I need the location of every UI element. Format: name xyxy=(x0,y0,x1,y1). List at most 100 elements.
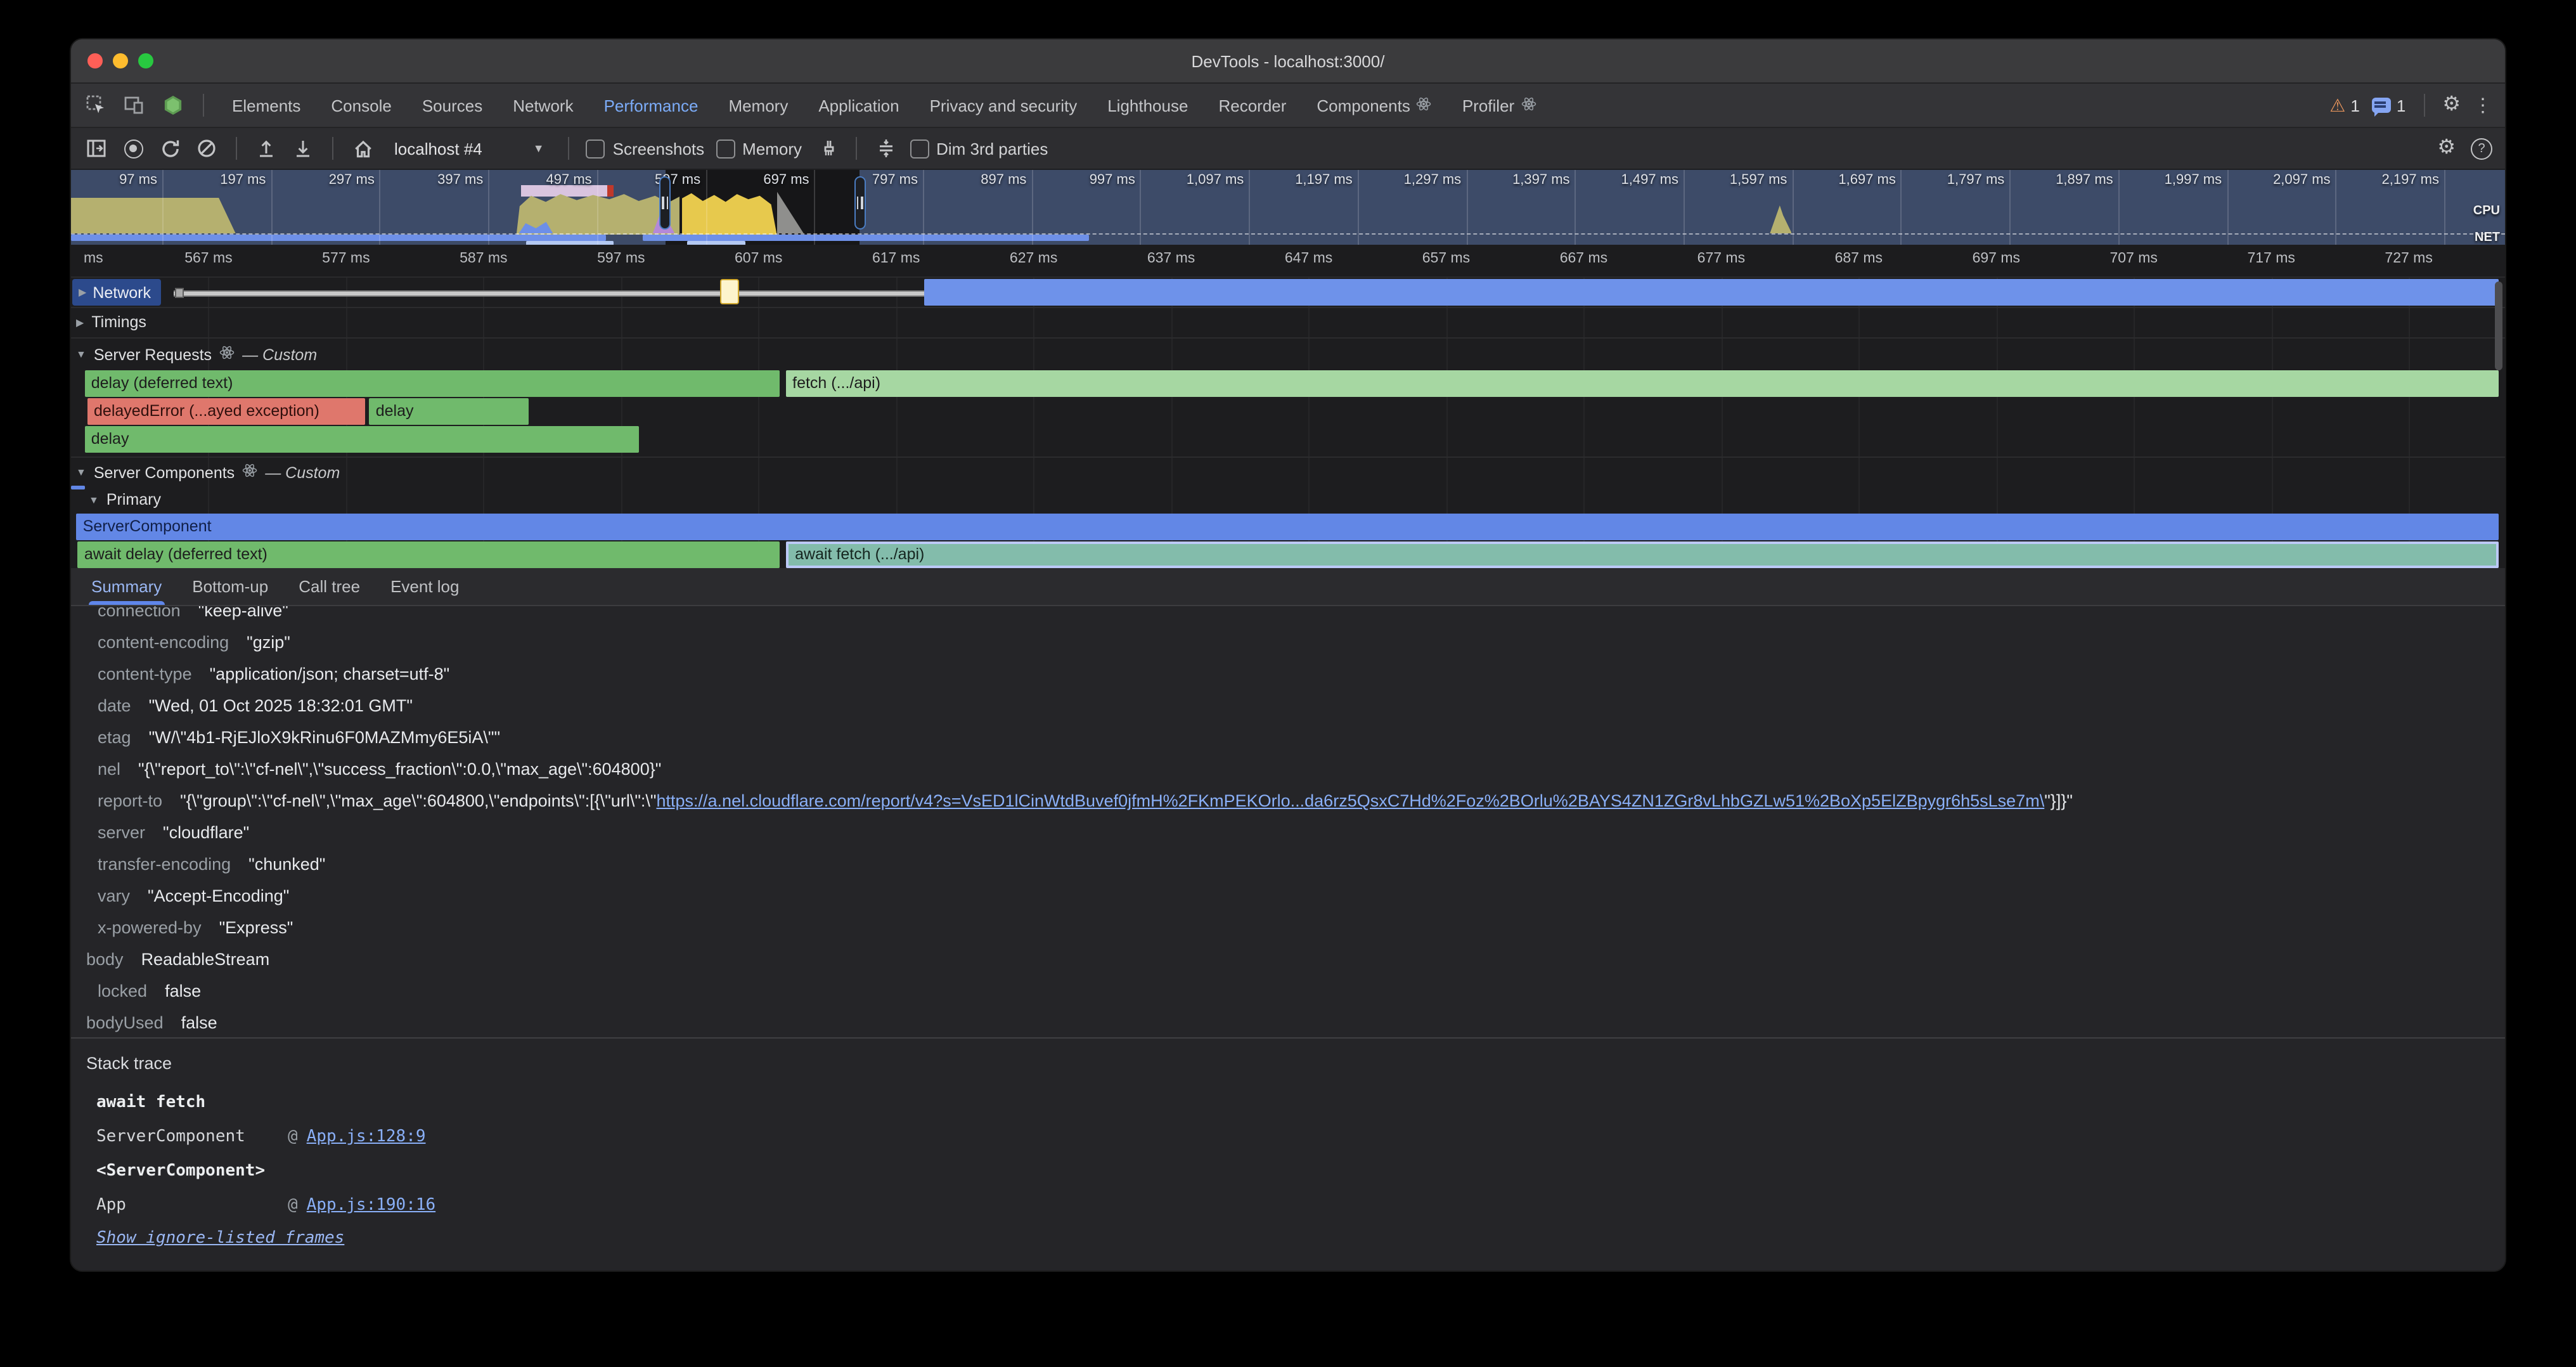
home-icon[interactable] xyxy=(350,136,375,161)
show-ignore-listed-frames-link[interactable]: Show ignore-listed frames xyxy=(86,1229,344,1248)
tab-label: Components xyxy=(1317,96,1410,115)
report-to-link[interactable]: https://a.nel.cloudflare.com/report/v4?s… xyxy=(657,791,2045,810)
overview-ruler-label: 1,097 ms xyxy=(1187,172,1249,188)
separator xyxy=(203,94,204,117)
record-button[interactable] xyxy=(120,136,146,161)
network-request-bar[interactable] xyxy=(924,279,2498,306)
network-track-header[interactable]: ▶Network xyxy=(72,279,161,306)
summary-row: connection"keep-alive" xyxy=(71,606,2505,626)
frame-at-symbol: @ xyxy=(288,1127,298,1146)
clear-button[interactable] xyxy=(194,136,219,161)
summary-pane: connection"keep-alive"content-encoding"g… xyxy=(71,606,2505,1272)
tab-label: Console xyxy=(331,96,391,115)
gc-brush-icon[interactable] xyxy=(813,136,839,161)
overview-tick xyxy=(1358,170,1359,245)
overview-tick xyxy=(1575,170,1576,245)
summary-key: content-type xyxy=(98,664,192,684)
issues-badge[interactable]: 1 xyxy=(2373,96,2405,115)
details-tab-bottom-up[interactable]: Bottom-up xyxy=(190,568,271,605)
tab-performance[interactable]: Performance xyxy=(589,84,714,127)
tab-components[interactable]: Components xyxy=(1301,84,1446,127)
frame-source-link[interactable]: App.js:190:16 xyxy=(307,1196,436,1215)
tab-label: Privacy and security xyxy=(930,96,1078,115)
reload-and-record-button[interactable] xyxy=(157,136,183,161)
tab-label: Elements xyxy=(232,96,300,115)
tab-elements[interactable]: Elements xyxy=(217,84,316,127)
capture-settings-gear-icon[interactable]: ⚙ xyxy=(2437,138,2456,159)
network-request-marker[interactable] xyxy=(720,279,739,304)
settings-gear-icon[interactable]: ⚙ xyxy=(2442,95,2461,115)
track-color-indicator xyxy=(71,486,85,489)
flame-bar-delay[interactable]: delay xyxy=(370,398,529,425)
selection-handle-right[interactable] xyxy=(854,176,866,230)
summary-value: "keep-alive" xyxy=(198,606,288,620)
network-request-waiting-line[interactable] xyxy=(174,290,924,297)
close-window-button[interactable] xyxy=(87,53,103,68)
tab-lighthouse[interactable]: Lighthouse xyxy=(1092,84,1203,127)
separator xyxy=(569,137,570,160)
flame-bar-delayederror-ayed-exception[interactable]: delayedError (...ayed exception) xyxy=(87,398,365,425)
tab-console[interactable]: Console xyxy=(316,84,406,127)
overview-tick xyxy=(2336,170,2337,245)
warnings-badge[interactable]: ⚠ 1 xyxy=(2329,94,2360,116)
inspect-element-icon[interactable] xyxy=(84,93,109,118)
toggle-sidebar-icon[interactable] xyxy=(84,136,109,161)
flame-bar-delay[interactable]: delay xyxy=(85,426,639,453)
timeline-overview[interactable]: 97 ms197 ms297 ms397 ms497 ms597 ms697 m… xyxy=(71,170,2505,245)
tab-network[interactable]: Network xyxy=(498,84,588,127)
tab-recorder[interactable]: Recorder xyxy=(1203,84,1301,127)
network-track-resize-handle[interactable] xyxy=(175,288,184,298)
flame-bar-await-delay-deferred-text[interactable]: await delay (deferred text) xyxy=(78,541,779,568)
tab-application[interactable]: Application xyxy=(803,84,914,127)
tab-memory[interactable]: Memory xyxy=(713,84,803,127)
vertical-scrollbar-thumb[interactable] xyxy=(2495,282,2502,370)
disclosure-triangle-icon: ▶ xyxy=(79,287,86,298)
frame-source-link[interactable]: App.js:128:9 xyxy=(307,1127,426,1146)
download-profile-icon[interactable] xyxy=(290,136,316,161)
flame-bar-fetch-api[interactable]: fetch (.../api) xyxy=(786,370,2498,397)
overview-ruler-label: 2,197 ms xyxy=(2382,172,2445,188)
target-selector[interactable]: localhost #4 ▼ xyxy=(387,136,552,160)
kebab-menu-icon[interactable]: ⋮ xyxy=(2473,94,2492,117)
tab-sources[interactable]: Sources xyxy=(407,84,498,127)
screenshots-checkbox[interactable]: Screenshots xyxy=(586,139,705,158)
message-icon xyxy=(2373,98,2392,113)
dim-3rd-parties-checkbox[interactable]: Dim 3rd parties xyxy=(910,139,1048,158)
ruler-label: 677 ms xyxy=(1697,251,1745,266)
details-tab-summary[interactable]: Summary xyxy=(89,568,164,605)
overview-network-bar xyxy=(643,235,1088,241)
device-toolbar-icon[interactable] xyxy=(122,93,147,118)
upload-profile-icon[interactable] xyxy=(254,136,279,161)
summary-row: report-to"{\"group\":\"cf-nel\",\"max_ag… xyxy=(71,785,2505,817)
overview-tick xyxy=(488,170,489,245)
checkbox-icon xyxy=(910,139,929,158)
overview-ruler-label: 2,097 ms xyxy=(2273,172,2336,188)
collapse-sections-icon[interactable] xyxy=(873,136,898,161)
details-tab-call-tree[interactable]: Call tree xyxy=(296,568,363,605)
primary-group-header[interactable]: ▼Primary xyxy=(89,491,161,509)
server-components-track-header[interactable]: ▼Server Components— Custom xyxy=(76,463,340,482)
ruler-unit-label: ms xyxy=(84,251,103,266)
summary-key: server xyxy=(98,823,145,842)
tab-label: Profiler xyxy=(1462,96,1514,115)
zoom-window-button[interactable] xyxy=(138,53,153,68)
tab-privacy-and-security[interactable]: Privacy and security xyxy=(915,84,1093,127)
timings-track-header[interactable]: ▶Timings xyxy=(76,313,146,331)
tab-label: Application xyxy=(818,96,899,115)
memory-checkbox[interactable]: Memory xyxy=(716,139,802,158)
selection-handle-left[interactable] xyxy=(660,176,671,230)
minimize-window-button[interactable] xyxy=(113,53,128,68)
flame-bar-servercomponent[interactable]: ServerComponent xyxy=(77,514,2498,540)
overview-ruler-label: 197 ms xyxy=(220,172,271,188)
summary-value: "{\"group\":\"cf-nel\",\"max_age\":60480… xyxy=(180,791,656,810)
server-requests-track-header[interactable]: ▼Server Requests— Custom xyxy=(76,345,317,364)
frame-function-name: <ServerComponent> xyxy=(96,1154,288,1188)
row-separator xyxy=(71,337,2505,339)
ruler-label: 697 ms xyxy=(1973,251,2020,266)
stack-trace-section: Stack trace await fetchServerComponent@A… xyxy=(71,1039,2505,1249)
tab-profiler[interactable]: Profiler xyxy=(1447,84,1551,127)
flame-bar-await-fetch-api[interactable]: await fetch (.../api) xyxy=(786,541,2498,568)
help-icon[interactable]: ? xyxy=(2471,138,2492,159)
details-tab-event-log[interactable]: Event log xyxy=(388,568,461,605)
flame-bar-delay-deferred-text[interactable]: delay (deferred text) xyxy=(85,370,780,397)
